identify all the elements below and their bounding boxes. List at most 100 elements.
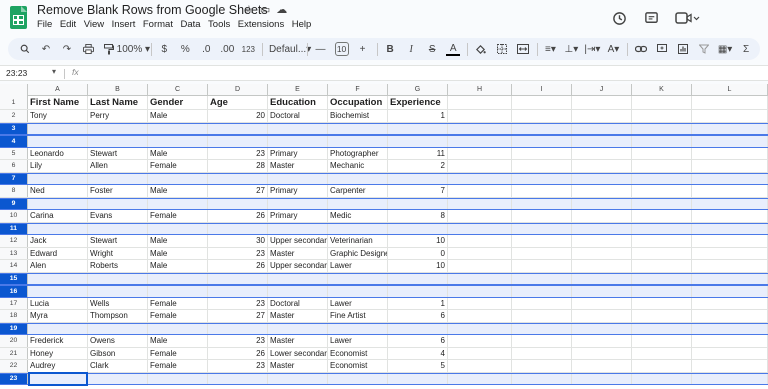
cell-a[interactable] <box>28 123 88 134</box>
table-row[interactable]: 2 Tony Perry Male 20 Doctoral Biochemist 1 <box>0 110 768 123</box>
cell-f[interactable] <box>328 273 388 284</box>
cell-f[interactable] <box>328 123 388 134</box>
font-select[interactable]: Defaul... ▾ <box>269 40 311 58</box>
blank-row[interactable]: 3 <box>0 122 768 135</box>
cell-d[interactable]: 23 <box>208 247 268 259</box>
horizontal-align-icon[interactable]: ≡▾ <box>543 40 557 58</box>
share-button[interactable] <box>716 6 760 30</box>
blank-row[interactable]: 19 <box>0 322 768 335</box>
cloud-status-icon[interactable]: ☁ <box>276 3 287 16</box>
cell-h[interactable] <box>448 96 512 109</box>
cell-g[interactable] <box>388 173 448 184</box>
cell-j[interactable] <box>572 185 632 197</box>
cell-b[interactable]: Gibson <box>88 347 148 359</box>
cell-j[interactable] <box>572 247 632 259</box>
cell-f[interactable]: Occupation <box>328 96 388 109</box>
cell-e[interactable]: Upper secondar <box>268 235 328 247</box>
column-header-l[interactable]: L <box>692 84 768 96</box>
cell-h[interactable] <box>448 273 512 284</box>
cell-c[interactable]: Male <box>148 335 208 347</box>
search-menus-icon[interactable] <box>18 40 32 58</box>
cell-d[interactable] <box>208 373 268 384</box>
cell-g[interactable]: Experience <box>388 96 448 109</box>
cell-d[interactable] <box>208 136 268 147</box>
select-all-corner[interactable] <box>0 84 28 96</box>
column-header-k[interactable]: K <box>632 84 692 96</box>
functions-icon[interactable]: Σ <box>739 40 753 58</box>
cell-j[interactable] <box>572 347 632 359</box>
cell-e[interactable] <box>268 323 328 334</box>
blank-row[interactable]: 9 <box>0 197 768 210</box>
cell-l[interactable] <box>692 286 768 297</box>
row-number[interactable]: 10 <box>0 210 28 222</box>
cell-e[interactable]: Primary <box>268 210 328 222</box>
cell-d[interactable] <box>208 323 268 334</box>
cell-h[interactable] <box>448 323 512 334</box>
row-number[interactable]: 2 <box>0 110 28 122</box>
cell-e[interactable]: Primary <box>268 185 328 197</box>
insert-comment-icon[interactable] <box>655 40 669 58</box>
table-row[interactable]: 8 Ned Foster Male 27 Primary Carpenter 7 <box>0 185 768 198</box>
cell-k[interactable] <box>632 136 692 147</box>
cell-k[interactable] <box>632 323 692 334</box>
fill-color-icon[interactable] <box>474 40 488 58</box>
print-icon[interactable] <box>81 40 95 58</box>
cell-g[interactable] <box>388 136 448 147</box>
paint-format-icon[interactable] <box>102 40 116 58</box>
cell-e[interactable] <box>268 136 328 147</box>
history-icon[interactable] <box>610 9 628 27</box>
cell-h[interactable] <box>448 223 512 234</box>
cell-k[interactable] <box>632 286 692 297</box>
column-header-b[interactable]: B <box>88 84 148 96</box>
cell-b[interactable]: Stewart <box>88 235 148 247</box>
cell-l[interactable] <box>692 235 768 247</box>
cell-e[interactable] <box>268 198 328 209</box>
cell-f[interactable] <box>328 136 388 147</box>
menu-view[interactable]: View <box>84 19 110 30</box>
blank-row[interactable]: 15 <box>0 272 768 285</box>
table-row[interactable]: 14 Alen Roberts Male 26 Upper secondar Lawer 10 <box>0 260 768 273</box>
cell-j[interactable] <box>572 235 632 247</box>
cell-k[interactable] <box>632 96 692 109</box>
menu-data[interactable]: Data <box>180 19 206 30</box>
cell-i[interactable] <box>512 247 572 259</box>
cell-j[interactable] <box>572 335 632 347</box>
cell-c[interactable]: Female <box>148 360 208 372</box>
cell-c[interactable]: Male <box>148 185 208 197</box>
cell-b[interactable]: Clark <box>88 360 148 372</box>
menu-format[interactable]: Format <box>143 19 179 30</box>
cell-h[interactable] <box>448 360 512 372</box>
cell-h[interactable] <box>448 373 512 384</box>
cell-j[interactable] <box>572 110 632 122</box>
cell-h[interactable] <box>448 347 512 359</box>
filter-icon[interactable] <box>697 40 711 58</box>
merge-cells-icon[interactable] <box>516 40 530 58</box>
cell-d[interactable] <box>208 173 268 184</box>
cell-c[interactable]: Male <box>148 110 208 122</box>
cell-f[interactable]: Graphic Designe <box>328 247 388 259</box>
cell-h[interactable] <box>448 110 512 122</box>
cell-c[interactable]: Female <box>148 297 208 309</box>
move-folder-icon[interactable]: ▭ <box>260 3 270 16</box>
cell-h[interactable] <box>448 247 512 259</box>
cell-i[interactable] <box>512 147 572 159</box>
cell-b[interactable]: Evans <box>88 210 148 222</box>
cell-j[interactable] <box>572 210 632 222</box>
cell-l[interactable] <box>692 136 768 147</box>
cell-f[interactable]: Mechanic <box>328 160 388 172</box>
cell-b[interactable]: Allen <box>88 160 148 172</box>
cell-i[interactable] <box>512 286 572 297</box>
meet-video-icon[interactable] <box>674 9 702 27</box>
cell-g[interactable]: 2 <box>388 160 448 172</box>
undo-icon[interactable]: ↶ <box>39 40 53 58</box>
cell-a[interactable]: First Name <box>28 96 88 109</box>
cell-b[interactable] <box>88 136 148 147</box>
cell-a[interactable]: Edward <box>28 247 88 259</box>
cell-d[interactable]: Age <box>208 96 268 109</box>
cell-a[interactable]: Leonardo <box>28 147 88 159</box>
cell-g[interactable] <box>388 223 448 234</box>
row-number[interactable]: 20 <box>0 335 28 347</box>
more-formats-button[interactable]: 123 <box>241 40 255 58</box>
column-header-e[interactable]: E <box>268 84 328 96</box>
cell-g[interactable] <box>388 273 448 284</box>
